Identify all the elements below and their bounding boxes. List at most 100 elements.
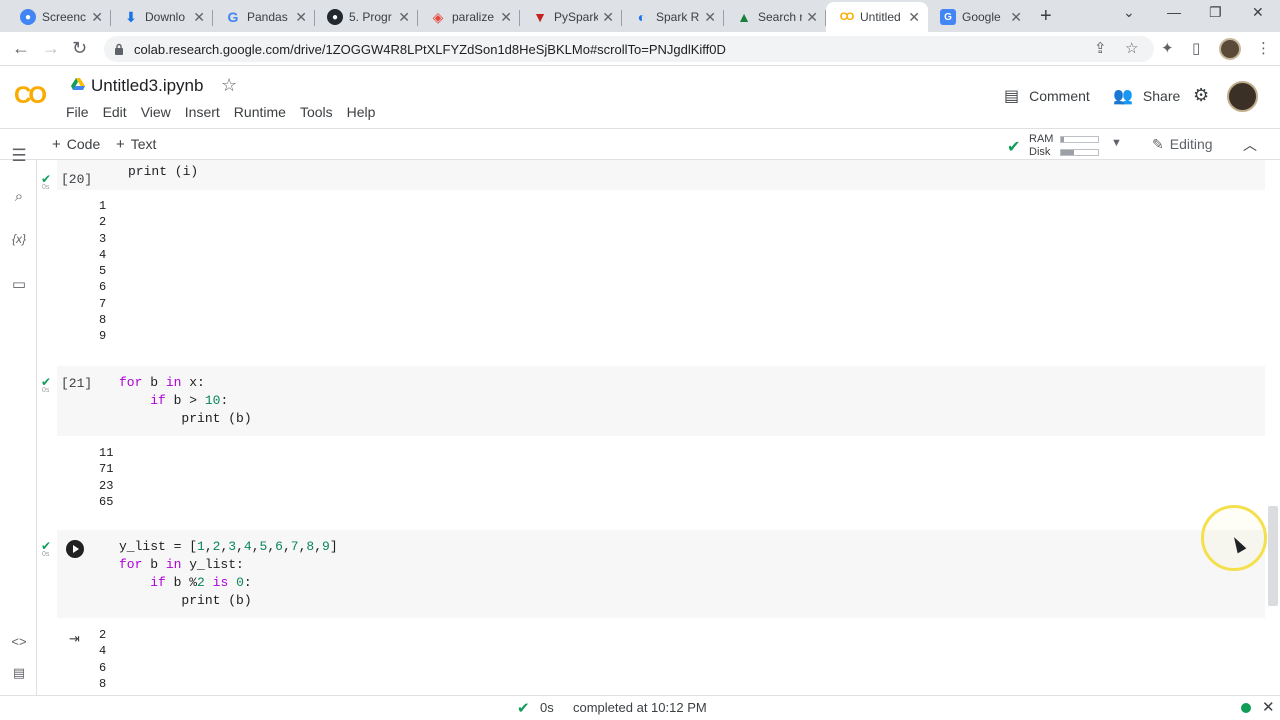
cell-code[interactable]: print (i) xyxy=(128,163,198,181)
browser-tab[interactable]: ● Screenc ✕ xyxy=(8,2,111,32)
star-icon[interactable]: ☆ xyxy=(221,75,237,96)
minimize-icon[interactable]: — xyxy=(1167,4,1181,20)
close-icon[interactable]: ✕ xyxy=(704,9,716,25)
tab-title: 5. Progr xyxy=(349,10,392,24)
add-code-button[interactable]: + Code xyxy=(52,136,100,153)
status-check-icon: ✔ xyxy=(517,700,530,717)
share-button[interactable]: 👥 Share xyxy=(1113,86,1180,106)
menu-tools[interactable]: Tools xyxy=(300,104,333,120)
add-text-button[interactable]: + Text xyxy=(116,136,156,153)
close-icon[interactable]: ✕ xyxy=(1262,698,1275,716)
cell-run-time: 0s xyxy=(42,184,50,191)
browser-profile-avatar[interactable] xyxy=(1219,38,1241,60)
browser-tab[interactable]: ◐ Spark R ✕ xyxy=(622,2,724,32)
close-icon[interactable]: ✕ xyxy=(91,9,103,25)
output-action-icon[interactable]: ⇥ xyxy=(69,631,80,647)
tab-title: Search r xyxy=(758,10,802,24)
cell-run-status: ✔ 0s xyxy=(41,375,52,394)
close-icon[interactable]: ✕ xyxy=(193,9,205,25)
left-sidebar: ☰ ⌕ {x} ▭ <> ▤ xyxy=(0,146,37,695)
url-text: colab.research.google.com/drive/1ZOGGW4R… xyxy=(134,41,726,57)
window-close-icon[interactable]: ✕ xyxy=(1252,4,1264,21)
spark-icon: ◐ xyxy=(637,9,647,25)
menu-help[interactable]: Help xyxy=(347,104,376,120)
close-icon[interactable]: ✕ xyxy=(500,9,512,25)
tab-title: Screenc xyxy=(42,10,86,24)
download-icon: ⬇ xyxy=(125,8,137,25)
menu-file[interactable]: File xyxy=(66,104,89,120)
url-field[interactable]: colab.research.google.com/drive/1ZOGGW4R… xyxy=(104,36,1154,62)
address-bar: ← → ↻ colab.research.google.com/drive/1Z… xyxy=(0,32,1280,66)
databricks-icon: ◈ xyxy=(432,8,444,25)
settings-gear-icon[interactable]: ⚙ xyxy=(1193,85,1209,106)
variables-icon[interactable]: {x} xyxy=(10,232,28,246)
tab-title: Untitled xyxy=(860,10,901,24)
plus-icon: + xyxy=(52,136,61,153)
close-icon[interactable]: ✕ xyxy=(908,9,920,25)
editing-mode-button[interactable]: ✎ Editing xyxy=(1152,136,1213,153)
browser-tab[interactable]: ● 5. Progr ✕ xyxy=(315,2,418,32)
search-icon[interactable]: ⌕ xyxy=(10,188,28,205)
table-of-contents-icon[interactable]: ☰ xyxy=(10,146,28,166)
restore-icon[interactable]: ❐ xyxy=(1209,4,1222,21)
menu-insert[interactable]: Insert xyxy=(185,104,220,120)
cell-code[interactable]: for b in x: if b > 10: print (b) xyxy=(119,374,252,428)
avatar[interactable] xyxy=(1227,81,1258,112)
menu-view[interactable]: View xyxy=(141,104,171,120)
browser-tab-strip: ● Screenc ✕ ⬇ Downlo ✕ G Pandas ✕ ● 5. P… xyxy=(0,0,1280,32)
code-cell[interactable]: y_list = [1,2,3,4,5,6,7,8,9] for b in y_… xyxy=(57,530,1265,618)
new-tab-plus-icon[interactable]: + xyxy=(1040,5,1052,28)
notebook-title[interactable]: Untitled3.ipynb xyxy=(91,76,203,96)
resource-monitor[interactable]: ✔ RAM Disk ▼ xyxy=(1007,132,1127,158)
dropdown-caret-icon[interactable]: ▼ xyxy=(1111,137,1122,149)
menu-runtime[interactable]: Runtime xyxy=(234,104,286,120)
cell-output: 2 4 6 8 xyxy=(99,628,107,691)
collapse-header-chevron-icon[interactable]: ︿ xyxy=(1243,135,1257,155)
cell-code[interactable]: y_list = [1,2,3,4,5,6,7,8,9] for b in y_… xyxy=(119,538,338,610)
browser-tab[interactable]: G Google ✕ xyxy=(928,2,1030,32)
plus-icon: + xyxy=(116,136,125,153)
notebook-area: print (i) ✔ 0s [20] 1 2 3 4 5 6 7 8 9 for… xyxy=(37,160,1280,695)
tab-search-chevron-icon[interactable]: ⌄ xyxy=(1123,4,1135,21)
extensions-puzzle-icon[interactable]: ✦ xyxy=(1161,39,1174,57)
comment-button[interactable]: ▤ Comment xyxy=(1004,86,1090,106)
command-palette-icon[interactable]: ▤ xyxy=(10,665,28,681)
browser-tab-active[interactable]: CO Untitled ✕ xyxy=(826,2,928,32)
colab-icon: CO xyxy=(839,11,855,23)
ram-usage-fill xyxy=(1061,137,1064,142)
status-duration: 0s xyxy=(540,700,554,715)
tab-title: paralize xyxy=(452,10,495,24)
side-panel-icon[interactable]: ▯ xyxy=(1192,39,1200,57)
screencast-icon: ● xyxy=(20,9,36,25)
scrollbar[interactable] xyxy=(1268,506,1278,606)
forward-arrow-icon[interactable]: → xyxy=(42,38,60,59)
editing-label: Editing xyxy=(1169,136,1213,152)
menu-edit[interactable]: Edit xyxy=(103,104,127,120)
code-cell[interactable]: for b in x: if b > 10: print (b) xyxy=(57,366,1265,436)
more-vert-icon[interactable]: ⋮ xyxy=(1256,39,1271,57)
reload-icon[interactable]: ↻ xyxy=(72,38,87,59)
colab-logo[interactable]: CO xyxy=(14,82,47,110)
close-icon[interactable]: ✕ xyxy=(398,9,410,25)
code-cell[interactable]: print (i) xyxy=(57,160,1265,190)
browser-tab[interactable]: G Pandas ✕ xyxy=(213,2,315,32)
folder-icon[interactable]: ▭ xyxy=(10,275,28,293)
browser-tab[interactable]: ◈ paralize ✕ xyxy=(418,2,520,32)
close-icon[interactable]: ✕ xyxy=(1010,9,1022,25)
code-snippets-icon[interactable]: <> xyxy=(10,634,28,649)
share-page-icon[interactable]: ⇪ xyxy=(1094,39,1107,57)
connected-check-icon: ✔ xyxy=(1007,139,1021,156)
browser-tab[interactable]: ▼ PySpark ✕ xyxy=(520,2,622,32)
share-label: Share xyxy=(1142,88,1181,104)
bookmark-star-icon[interactable]: ☆ xyxy=(1125,39,1138,57)
browser-tab[interactable]: ⬇ Downlo ✕ xyxy=(111,2,213,32)
close-icon[interactable]: ✕ xyxy=(295,9,307,25)
browser-tab[interactable]: ▲ Search r ✕ xyxy=(724,2,826,32)
disk-usage-bar xyxy=(1060,149,1099,156)
close-icon[interactable]: ✕ xyxy=(602,9,614,25)
run-cell-button[interactable] xyxy=(66,540,84,558)
people-icon: 👥 xyxy=(1113,88,1133,105)
tab-title: PySpark xyxy=(554,10,598,24)
close-icon[interactable]: ✕ xyxy=(806,9,818,25)
back-arrow-icon[interactable]: ← xyxy=(12,38,30,59)
